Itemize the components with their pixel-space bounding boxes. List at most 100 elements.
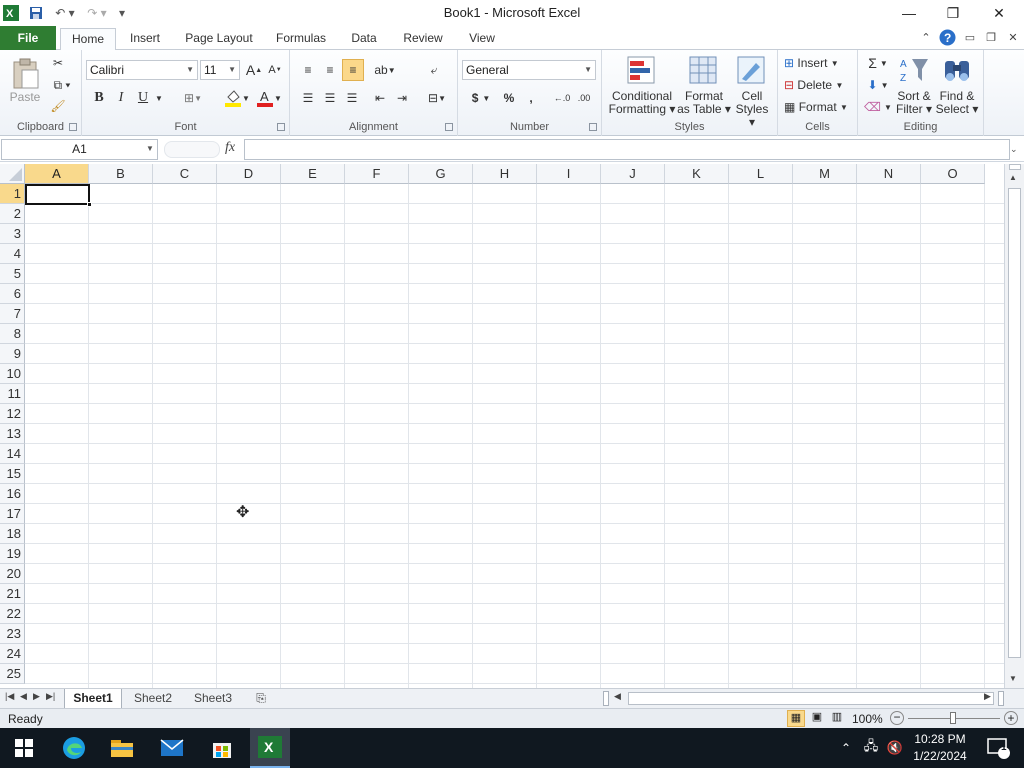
prev-sheet-icon[interactable]: ◀ — [20, 691, 27, 702]
align-left-icon[interactable]: ☰ — [298, 88, 318, 108]
notifications-icon[interactable]: 1 — [978, 728, 1018, 768]
active-cell[interactable] — [25, 184, 92, 207]
clear-icon[interactable]: ⌫ ▼ — [864, 98, 892, 116]
row-header-23[interactable]: 23 — [0, 624, 25, 644]
format-cells-button[interactable]: ▦ Format ▼ — [784, 98, 854, 116]
grow-font-icon[interactable]: A ▲ — [244, 60, 264, 80]
sheet-tab-sheet3[interactable]: Sheet3 — [184, 689, 242, 708]
show-hidden-icons-icon[interactable]: ⌃ — [836, 728, 856, 768]
column-header-d[interactable]: D — [217, 164, 281, 184]
number-launcher-icon[interactable] — [589, 123, 597, 131]
percent-button[interactable]: % — [500, 88, 518, 108]
scroll-down-icon[interactable]: ▼ — [1009, 674, 1017, 683]
row-header-2[interactable]: 2 — [0, 204, 25, 224]
comma-button[interactable]: , — [522, 88, 540, 108]
clock[interactable]: 10:28 PM 1/22/2024 — [904, 731, 976, 765]
row-header-1[interactable]: 1 — [0, 184, 25, 204]
tab-formulas[interactable]: Formulas — [268, 28, 334, 50]
row-header-18[interactable]: 18 — [0, 524, 25, 544]
next-sheet-icon[interactable]: ▶ — [33, 691, 40, 702]
font-launcher-icon[interactable] — [277, 123, 285, 131]
network-icon[interactable]: 🖧 — [860, 728, 882, 768]
top-align-icon[interactable]: ≡ — [298, 60, 318, 80]
align-center-icon[interactable]: ☰ — [320, 88, 340, 108]
zoom-out-icon[interactable]: − — [890, 711, 904, 725]
find-select-button[interactable]: Find & Select ▾ — [934, 90, 980, 116]
row-header-14[interactable]: 14 — [0, 444, 25, 464]
store-icon[interactable] — [204, 728, 240, 768]
sort-filter-icon[interactable]: AZ — [898, 54, 932, 86]
column-header-h[interactable]: H — [473, 164, 537, 184]
font-size-combo[interactable]: 11 ▼ — [200, 60, 240, 80]
horizontal-scroll-thumb[interactable] — [628, 692, 994, 705]
close-button[interactable]: ✕ — [976, 0, 1022, 26]
page-layout-view-icon[interactable]: ▣ — [808, 710, 826, 727]
workbook-close-icon[interactable]: ✕ — [1003, 28, 1023, 46]
delete-cells-button[interactable]: ⊟ Delete ▼ — [784, 76, 854, 94]
windows-start-icon[interactable] — [6, 728, 42, 768]
insert-function-button[interactable]: fx — [225, 140, 235, 156]
conditional-formatting-icon[interactable] — [624, 54, 658, 86]
row-header-22[interactable]: 22 — [0, 604, 25, 624]
row-header-17[interactable]: 17 — [0, 504, 25, 524]
split-box[interactable] — [1009, 164, 1021, 170]
page-break-view-icon[interactable]: ▥ — [828, 710, 846, 727]
conditional-formatting-button[interactable]: Conditional Formatting ▾ — [604, 90, 680, 116]
edge-icon[interactable] — [56, 728, 92, 768]
alignment-launcher-icon[interactable] — [445, 123, 453, 131]
underline-dropdown-icon[interactable]: ▼ — [154, 88, 164, 108]
excel-taskbar-icon[interactable]: X — [250, 728, 290, 768]
column-header-m[interactable]: M — [793, 164, 857, 184]
row-header-19[interactable]: 19 — [0, 544, 25, 564]
tab-view[interactable]: View — [460, 28, 504, 50]
row-header-6[interactable]: 6 — [0, 284, 25, 304]
formula-input[interactable] — [244, 139, 1010, 160]
insert-cells-button[interactable]: ⊞ Insert ▼ — [784, 54, 854, 72]
tab-split-handle[interactable] — [603, 691, 609, 706]
file-explorer-icon[interactable] — [104, 728, 140, 768]
row-header-24[interactable]: 24 — [0, 644, 25, 664]
sort-filter-button[interactable]: Sort & Filter ▾ — [892, 90, 936, 116]
middle-align-icon[interactable]: ≡ — [320, 60, 340, 80]
binoculars-icon[interactable] — [940, 54, 974, 86]
row-header-25[interactable]: 25 — [0, 664, 25, 684]
format-as-table-icon[interactable] — [686, 54, 720, 86]
scroll-right-icon[interactable]: ▶ — [984, 691, 991, 702]
column-header-b[interactable]: B — [89, 164, 153, 184]
row-header-13[interactable]: 13 — [0, 424, 25, 444]
tab-page-layout[interactable]: Page Layout — [180, 28, 258, 50]
shrink-font-icon[interactable]: A ▼ — [266, 60, 284, 80]
insert-sheet-icon[interactable]: ⎘ — [246, 689, 276, 708]
column-header-f[interactable]: F — [345, 164, 409, 184]
decrease-indent-icon[interactable]: ⇤ — [370, 88, 390, 108]
font-color-icon[interactable]: A ▼ — [254, 88, 284, 108]
tab-review[interactable]: Review — [396, 28, 450, 50]
clipboard-launcher-icon[interactable] — [69, 123, 77, 131]
column-header-e[interactable]: E — [281, 164, 345, 184]
column-header-n[interactable]: N — [857, 164, 921, 184]
workbook-restore-icon[interactable]: ❐ — [981, 28, 1001, 46]
mail-icon[interactable] — [154, 728, 190, 768]
number-format-combo[interactable]: General ▼ — [462, 60, 596, 80]
underline-button[interactable]: U — [134, 88, 152, 108]
help-icon[interactable]: ? — [937, 28, 957, 46]
scroll-left-icon[interactable]: ◀ — [614, 691, 621, 702]
align-right-icon[interactable]: ☰ — [342, 88, 362, 108]
tab-file[interactable]: File — [0, 26, 56, 50]
fill-icon[interactable]: ⬇ ▼ — [864, 76, 892, 94]
zoom-level[interactable]: 100% — [852, 712, 883, 726]
italic-button[interactable]: I — [112, 88, 130, 108]
fill-handle[interactable] — [87, 202, 92, 207]
column-header-i[interactable]: I — [537, 164, 601, 184]
autosum-button[interactable]: Σ ▼ — [864, 54, 892, 72]
decrease-decimal-icon[interactable]: .00 — [574, 88, 594, 108]
first-sheet-icon[interactable]: |◀ — [5, 691, 14, 702]
zoom-in-icon[interactable]: + — [1004, 711, 1018, 725]
select-all-button[interactable] — [0, 164, 25, 184]
font-name-combo[interactable]: Calibri ▼ — [86, 60, 198, 80]
expand-formula-bar-icon[interactable]: ⌄ — [1010, 140, 1018, 158]
row-header-20[interactable]: 20 — [0, 564, 25, 584]
row-header-21[interactable]: 21 — [0, 584, 25, 604]
tab-insert[interactable]: Insert — [120, 28, 170, 50]
row-header-8[interactable]: 8 — [0, 324, 25, 344]
